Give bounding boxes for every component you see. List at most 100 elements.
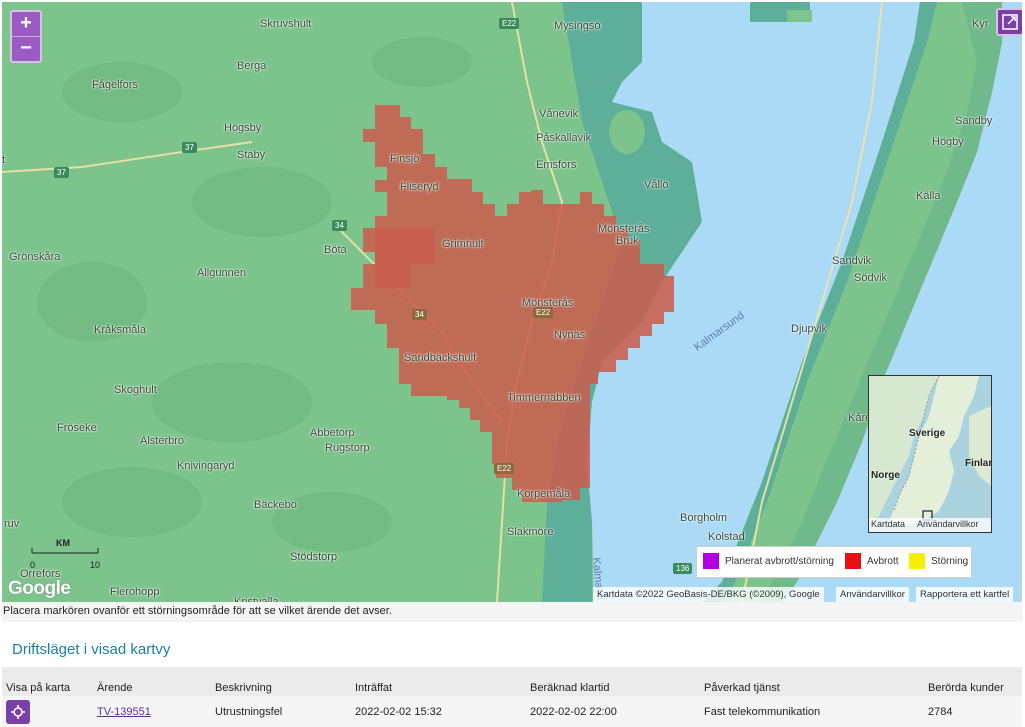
table-header-row: Visa på karta Ärende Beskrivning Inträff… xyxy=(2,667,1022,696)
col-klartid: Beräknad klartid xyxy=(526,667,700,696)
overview-villkor[interactable]: Användarvillkor xyxy=(917,519,979,529)
place-label: Stödstorp xyxy=(290,551,338,563)
place-label: Flerohopp xyxy=(110,586,160,598)
place-label: Skoghult xyxy=(114,384,157,396)
scale-min: 0 xyxy=(30,560,36,570)
place-label: Böta xyxy=(324,244,347,256)
place-label: Högby xyxy=(932,136,964,148)
place-label: Mysingsö xyxy=(554,20,601,32)
place-label: Källa xyxy=(916,190,941,202)
place-label: Kolstad xyxy=(708,531,745,543)
legend-swatch-outage xyxy=(845,553,861,569)
overview-label-norge: Norge xyxy=(871,470,900,481)
place-label: Sandvik xyxy=(832,255,872,267)
scale-max: 10 xyxy=(90,560,101,570)
place-label: Fliseryd xyxy=(400,181,439,193)
cell-arende: TV-139551 xyxy=(93,696,211,727)
zoom-out-button[interactable]: − xyxy=(12,36,40,61)
legend-swatch-disturbance xyxy=(909,553,925,569)
col-arende: Ärende xyxy=(93,667,211,696)
road-shield: E22 xyxy=(494,463,515,474)
place-label: Berga xyxy=(237,60,267,72)
cell-kunder: 2784 xyxy=(924,696,1022,727)
place-label: Sandbäckshult xyxy=(404,352,477,364)
col-kunder: Berörda kunder xyxy=(924,667,1022,696)
place-label: ruv xyxy=(4,518,20,530)
road-shield: 34 xyxy=(412,309,427,320)
place-label: Kråksmåla xyxy=(94,324,146,336)
map-hint: Placera markören ovanför ett störningsom… xyxy=(2,602,1023,622)
show-on-map-button[interactable] xyxy=(6,699,30,724)
table-row: TV-139551 Utrustningsfel 2022-02-02 15:3… xyxy=(2,696,1022,727)
place-label: Högsby xyxy=(224,122,262,134)
col-tjanst: Påverkad tjänst xyxy=(700,667,924,696)
cell-beskrivning: Utrustningsfel xyxy=(211,696,351,727)
place-label: Påskallavik xyxy=(536,132,592,144)
attribution-report-error[interactable]: Rapportera ett kartfel xyxy=(916,587,1014,602)
place-label: Abbetorp xyxy=(310,427,355,439)
place-label: Rugstorp xyxy=(325,442,370,454)
fullscreen-icon xyxy=(1002,14,1018,30)
case-link[interactable]: TV-139551 xyxy=(97,706,151,718)
place-label: Knivingaryd xyxy=(177,460,235,472)
attribution-villkor[interactable]: Användarvillkor xyxy=(836,587,909,602)
scale-unit: KM xyxy=(56,538,70,548)
legend-label-outage: Avbrott xyxy=(867,556,899,567)
legend-label-disturbance: Störning xyxy=(931,556,969,567)
legend-label-planned: Planerat avbrott/störning xyxy=(725,556,834,567)
legend-swatch-planned xyxy=(703,553,719,569)
fullscreen-button[interactable] xyxy=(996,8,1022,36)
overview-kartdata[interactable]: Kartdata xyxy=(871,519,905,529)
overview-label-finland: Finlar xyxy=(965,458,992,469)
place-label: Fröseke xyxy=(57,422,97,434)
google-logo: Google xyxy=(8,578,71,599)
crosshair-icon xyxy=(11,704,25,719)
cell-tjanst: Fast telekommunikation xyxy=(700,696,924,727)
place-label: Slakmöre xyxy=(507,526,554,538)
cell-intraffat: 2022-02-02 15:32 xyxy=(351,696,526,727)
overview-footer: Kartdata Användarvillkor xyxy=(869,518,991,532)
col-visa: Visa på karta xyxy=(2,667,93,696)
place-label: Bäckebo xyxy=(254,499,297,511)
attribution-kartdata: Kartdata ©2022 GeoBasis-DE/BKG (©2009), … xyxy=(593,587,824,602)
col-intraffat: Inträffat xyxy=(351,667,526,696)
place-label: t xyxy=(2,154,6,166)
place-label: Nynäs xyxy=(554,329,586,341)
place-label: Vånevik xyxy=(539,108,579,120)
zoom-in-button[interactable]: + xyxy=(12,12,40,36)
place-label: Alsterbro xyxy=(140,435,185,447)
place-label: Södvik xyxy=(854,272,888,284)
place-label: Sandby xyxy=(955,115,993,127)
place-label: Vållö xyxy=(644,179,669,191)
road-shield: 37 xyxy=(182,142,197,153)
place-label: Staby xyxy=(237,149,266,161)
outage-map[interactable]: Skruvshult Mysingsö Fågelfors Berga Vånevik P… xyxy=(2,2,1022,602)
place-label: Korpemåla xyxy=(517,488,571,500)
place-label: Kyr xyxy=(972,18,989,30)
place-label: Grimhult xyxy=(442,238,484,250)
place-label: Grönskåra xyxy=(9,251,61,263)
road-shield: 34 xyxy=(332,220,347,231)
overview-map-base xyxy=(869,376,991,526)
place-label: Emsfors xyxy=(536,159,577,171)
place-label: Bruk xyxy=(616,235,639,247)
place-label: Skruvshult xyxy=(260,18,312,30)
col-beskrivning: Beskrivning xyxy=(211,667,351,696)
status-title: Driftsläget i visad kartvy xyxy=(12,641,171,658)
place-label: Borgholm xyxy=(680,512,728,524)
place-label: Mönsterås xyxy=(598,223,650,235)
cell-visa xyxy=(2,696,93,727)
place-label: Finsjö xyxy=(390,153,420,165)
place-label: Fågelfors xyxy=(92,79,138,91)
cell-klartid: 2022-02-02 22:00 xyxy=(526,696,700,727)
place-label: Timmernabben xyxy=(507,392,581,404)
place-label: Allgunnen xyxy=(197,267,246,279)
overview-label-sverige: Sverige xyxy=(909,428,946,439)
overview-map[interactable]: Sverige Norge Finlar Kartdata Användarvi… xyxy=(868,375,992,533)
zoom-control: + − xyxy=(10,10,42,63)
road-shield: E22 xyxy=(533,307,554,318)
road-shield: 37 xyxy=(54,167,69,178)
map-legend: Planerat avbrott/störning Avbrott Störni… xyxy=(696,546,972,578)
place-label: Djupvik xyxy=(791,323,828,335)
outage-table: Visa på karta Ärende Beskrivning Inträff… xyxy=(2,667,1022,727)
